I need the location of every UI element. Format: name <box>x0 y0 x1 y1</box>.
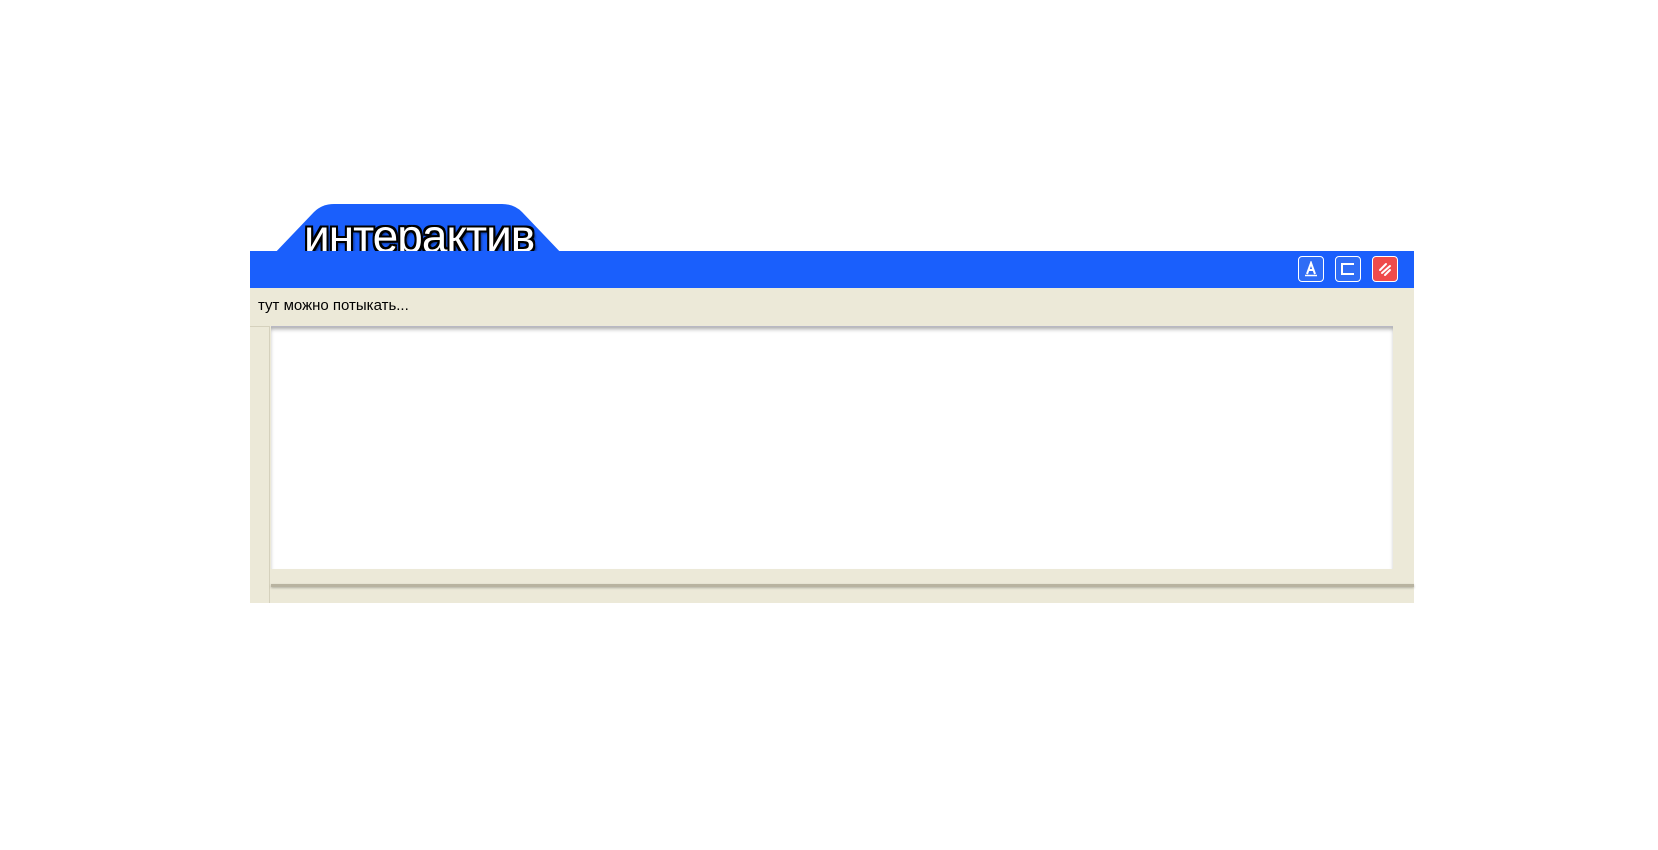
interactive-content-area[interactable] <box>271 326 1393 569</box>
title-bar <box>250 251 1414 288</box>
window-rect-icon <box>1341 263 1354 275</box>
window-body: тут можно потыкать... <box>250 288 1414 603</box>
lower-divider <box>271 584 1414 587</box>
close-slash-icon <box>1379 263 1391 276</box>
maximize-button[interactable] <box>1335 256 1361 282</box>
window-caption: тут можно потыкать... <box>258 297 409 314</box>
page: интерактив тут можно потыкать... <box>0 0 1658 850</box>
font-button[interactable] <box>1298 256 1324 282</box>
left-rail <box>250 326 270 603</box>
interactive-window: интерактив тут можно потыкать... <box>250 204 1414 603</box>
close-button[interactable] <box>1372 256 1398 282</box>
font-a-icon <box>1305 261 1317 277</box>
title-tab: интерактив <box>272 204 564 262</box>
